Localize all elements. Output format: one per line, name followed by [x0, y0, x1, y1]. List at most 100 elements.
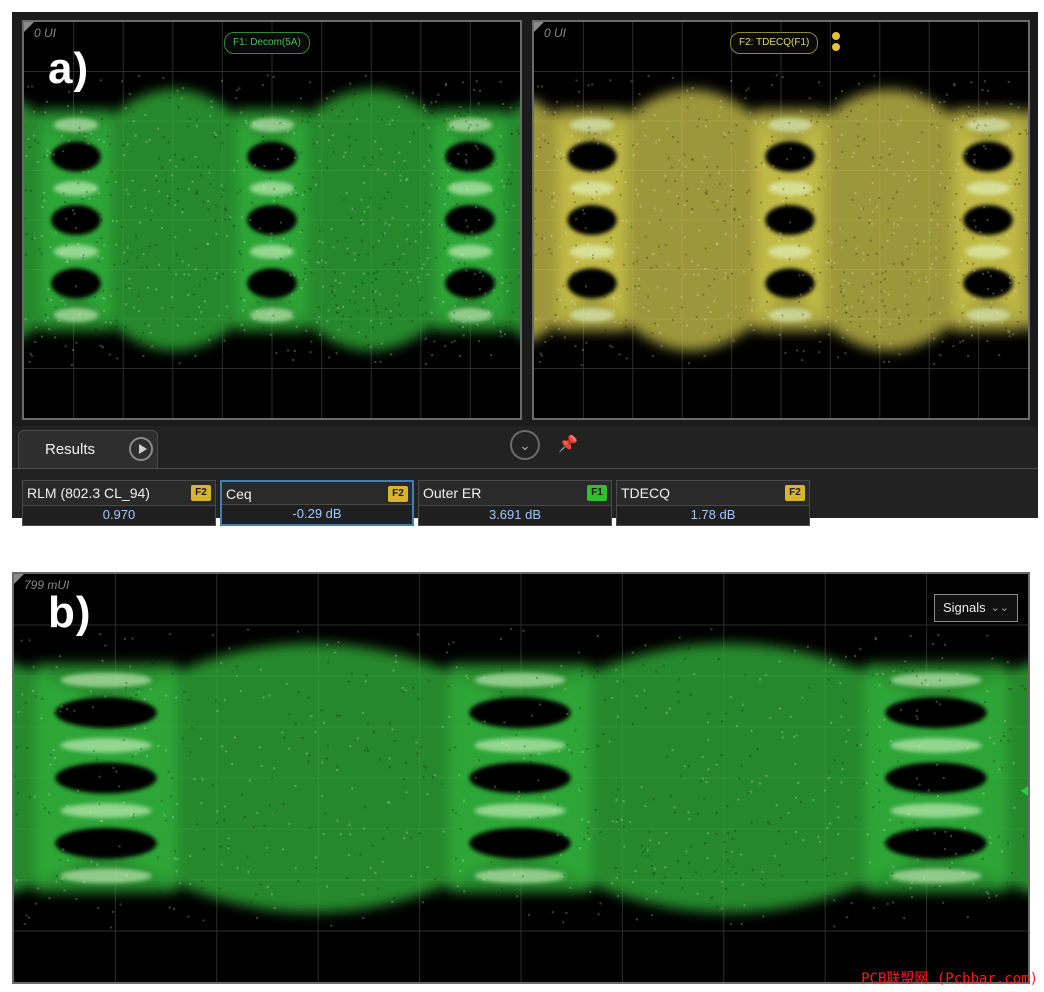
- level-rail: [447, 244, 493, 259]
- level-rail: [249, 244, 295, 259]
- level-rail: [60, 868, 152, 884]
- function-label-f2[interactable]: F2: TDECQ(F1): [730, 32, 819, 54]
- level-rail: [447, 307, 493, 323]
- eye-opening: [469, 697, 571, 729]
- measurement-source-badge: F2: [191, 485, 211, 501]
- measurement-value: 3.691 dB: [488, 507, 542, 522]
- results-tab[interactable]: Results: [18, 430, 158, 468]
- eye-opening: [567, 141, 617, 172]
- time-readout: 0 UI: [544, 26, 567, 40]
- level-rail: [53, 307, 99, 323]
- level-rail: [249, 181, 295, 196]
- eye-opening: [55, 827, 157, 859]
- corner-marker-icon: [534, 22, 544, 32]
- level-rail: [60, 803, 152, 818]
- measurement-value-row: 3.691 dB: [419, 505, 611, 525]
- measurement-value-row: 1.78 dB: [617, 505, 809, 525]
- level-rail: [890, 803, 982, 818]
- measurement-value: 1.78 dB: [690, 507, 736, 522]
- level-rail: [965, 181, 1011, 196]
- measurement-source-badge: F2: [388, 486, 408, 502]
- measurement-name: RLM (802.3 CL_94): [27, 485, 150, 501]
- eye-opening: [469, 762, 571, 794]
- eye-opening: [885, 762, 987, 794]
- collapse-chevron-icon[interactable]: ⌄: [510, 430, 540, 460]
- level-rail: [474, 738, 566, 753]
- level-rail: [569, 117, 615, 133]
- level-rail: [53, 244, 99, 259]
- level-rail: [767, 117, 813, 133]
- panel-letter-a: a): [48, 44, 90, 93]
- eye-opening: [445, 268, 495, 299]
- measurement-tdecq[interactable]: TDECQ F2 1.78 dB: [616, 480, 810, 526]
- level-rail: [474, 672, 566, 688]
- eye-opening: [963, 141, 1013, 172]
- measurement-value: -0.29 dB: [292, 506, 342, 521]
- eye-opening: [55, 762, 157, 794]
- panel-letter-b: b): [48, 588, 92, 637]
- level-rail: [890, 672, 982, 688]
- level-rail: [474, 868, 566, 884]
- eye-opening: [51, 141, 101, 172]
- eye-opening: [885, 827, 987, 859]
- watermark-text: PCB联盟网 (Pcbbar.com): [861, 971, 1038, 987]
- level-rail: [53, 117, 99, 133]
- measurement-name: Outer ER: [423, 485, 482, 501]
- level-rail: [60, 738, 152, 753]
- corner-marker-icon: [14, 574, 24, 584]
- level-rail: [53, 181, 99, 196]
- measurement-source-badge: F1: [587, 485, 607, 501]
- eye-diagram-screen-right: 0 UI F2: TDECQ(F1): [532, 20, 1030, 420]
- eye-opening: [469, 827, 571, 859]
- chevron-down-icon: ⌄⌄: [990, 602, 1009, 614]
- measurement-name: TDECQ: [621, 485, 670, 501]
- eye-opening: [247, 141, 297, 172]
- eye-opening: [567, 204, 617, 236]
- eye-opening: [247, 204, 297, 236]
- pin-icon[interactable]: 📌: [558, 434, 578, 454]
- more-dots-icon[interactable]: [832, 32, 840, 51]
- level-rail: [767, 244, 813, 259]
- oscilloscope-panel-b: 799 mUI b) Signals ⌄⌄: [12, 572, 1030, 984]
- measurement-value-row: 0.970: [23, 505, 215, 525]
- function-label-f1[interactable]: F1: Decom(5A): [224, 32, 310, 54]
- level-rail: [249, 307, 295, 323]
- level-rail: [890, 868, 982, 884]
- measurement-name: Ceq: [226, 486, 252, 502]
- level-rail: [965, 117, 1011, 133]
- signals-dropdown[interactable]: Signals ⌄⌄: [934, 594, 1018, 622]
- corner-marker-icon: [24, 22, 34, 32]
- level-rail: [569, 307, 615, 323]
- eye-diagram-right-plot: [534, 22, 1028, 418]
- level-rail: [965, 307, 1011, 323]
- level-marker-icon[interactable]: [1021, 786, 1028, 796]
- eye-opening: [55, 697, 157, 729]
- eye-diagram-left-plot: [24, 22, 520, 418]
- oscilloscope-panel-a: 0 UI F1: Decom(5A) a) 0 UI F2: TDECQ(F1)…: [12, 12, 1038, 526]
- time-readout: 0 UI: [34, 26, 57, 40]
- measurement-value-row: -0.29 dB: [222, 504, 412, 524]
- level-rail: [474, 803, 566, 818]
- measurement-source-badge: F2: [785, 485, 805, 501]
- eye-opening: [247, 268, 297, 299]
- level-rail: [965, 244, 1011, 259]
- play-icon[interactable]: [129, 437, 153, 461]
- eye-opening: [765, 268, 815, 299]
- eye-opening: [765, 204, 815, 236]
- eye-opening: [445, 141, 495, 172]
- level-rail: [767, 307, 813, 323]
- eye-opening: [765, 141, 815, 172]
- measurement-outer-er[interactable]: Outer ER F1 3.691 dB: [418, 480, 612, 526]
- divider: [12, 468, 1038, 469]
- results-tab-label: Results: [45, 441, 96, 458]
- results-bar: Results ⌄ 📌 RLM (802.3 CL_94) F2 0.970 C…: [12, 426, 1038, 526]
- measurement-value: 0.970: [102, 507, 136, 522]
- eye-diagram-wide-plot: [14, 574, 1028, 982]
- eye-opening: [51, 268, 101, 299]
- signals-label: Signals: [943, 600, 986, 615]
- measurement-rlm[interactable]: RLM (802.3 CL_94) F2 0.970: [22, 480, 216, 526]
- level-rail: [249, 117, 295, 133]
- eye-diagram-screen-left: 0 UI F1: Decom(5A) a): [22, 20, 522, 420]
- level-rail: [890, 738, 982, 753]
- measurement-ceq[interactable]: Ceq F2 -0.29 dB: [220, 480, 414, 526]
